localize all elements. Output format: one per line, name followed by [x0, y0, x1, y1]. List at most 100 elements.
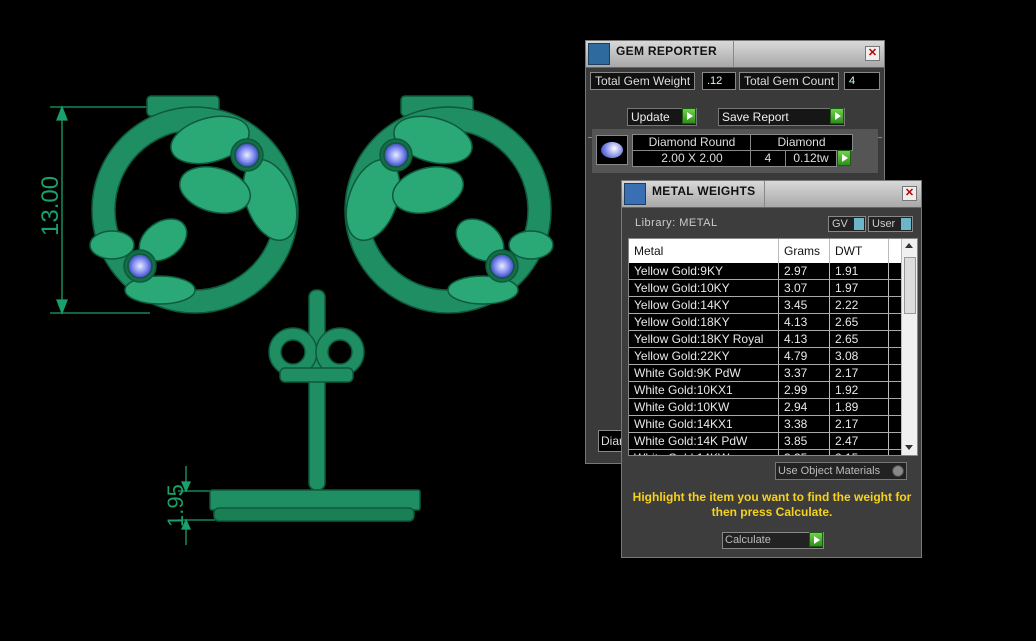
grams-cell: 3.07: [779, 280, 830, 296]
gv-toggle[interactable]: GV: [828, 216, 866, 232]
grams-cell: 3.38: [779, 416, 830, 432]
play-icon: [682, 108, 696, 124]
toggle-indicator: [901, 218, 911, 230]
gv-toggle-label: GV: [832, 218, 848, 230]
total-gem-count-value: 4: [844, 72, 880, 90]
save-report-button-label: Save Report: [722, 110, 789, 124]
grams-cell: 4.79: [779, 348, 830, 364]
gem-stone-type: Diamond: [750, 134, 853, 151]
thickness-dimension-label: 1.95: [163, 484, 188, 527]
gem-reporter-icon: [588, 43, 610, 65]
metal-name-cell: White Gold:10KW: [629, 399, 779, 415]
update-button-label: Update: [631, 110, 670, 124]
table-row[interactable]: White Gold:14KW3.352.15: [629, 450, 901, 455]
grams-cell: 2.99: [779, 382, 830, 398]
use-object-materials-button[interactable]: Use Object Materials: [775, 462, 907, 480]
gem-row-button[interactable]: [837, 150, 853, 167]
gem-count: 4: [750, 150, 786, 167]
scroll-thumb[interactable]: [904, 257, 916, 314]
viewport-canvas[interactable]: 13.00 1.95: [0, 0, 585, 641]
gem-list-row[interactable]: Diamond Round Diamond 2.00 X 2.00 4 0.12…: [592, 129, 878, 173]
metal-name-cell: White Gold:14K PdW: [629, 433, 779, 449]
table-row[interactable]: Yellow Gold:18KY 4.13 2.65: [629, 314, 901, 331]
table-row[interactable]: White Gold:14K PdW 3.85 2.47: [629, 433, 901, 450]
play-icon: [830, 108, 844, 124]
metal-name-cell: Yellow Gold:22KY: [629, 348, 779, 364]
metal-table-header: Metal Grams DWT: [629, 239, 901, 263]
calculate-button[interactable]: Calculate: [722, 532, 824, 549]
library-label: Library: METAL: [635, 217, 718, 229]
dwt-cell: 1.89: [830, 399, 889, 415]
right-earring: [344, 95, 554, 314]
metal-weights-icon: [624, 183, 646, 205]
metal-name-cell: White Gold:14KW: [629, 450, 779, 455]
calculate-hint: Highlight the item you want to find the …: [632, 490, 912, 519]
dwt-cell: 1.97: [830, 280, 889, 296]
grams-cell: 3.37: [779, 365, 830, 381]
metal-name-cell: Yellow Gold:18KY Royal: [629, 331, 779, 347]
close-icon[interactable]: ✕: [902, 186, 917, 201]
gem-size: 2.00 X 2.00: [632, 150, 752, 167]
metal-table-body: Yellow Gold:9KY 2.97 1.91 Yellow Gold:10KY 3…: [629, 263, 901, 455]
play-icon: [809, 532, 823, 547]
user-toggle-label: User: [872, 218, 896, 230]
metal-name-cell: Yellow Gold:9KY: [629, 263, 779, 279]
table-row[interactable]: Yellow Gold:14KY 3.45 2.22: [629, 297, 901, 314]
dwt-cell: 1.91: [830, 263, 889, 279]
total-gem-weight-label: Total Gem Weight: [590, 72, 696, 90]
table-row[interactable]: Yellow Gold:10KY 3.07 1.97: [629, 280, 901, 297]
toggle-indicator: [854, 218, 864, 230]
dwt-cell: 2.65: [830, 331, 889, 347]
grams-cell: 2.94: [779, 399, 830, 415]
diamond-round-icon: [596, 135, 628, 165]
table-row[interactable]: Yellow Gold:9KY 2.97 1.91: [629, 263, 901, 280]
dwt-cell: 3.08: [830, 348, 889, 364]
metal-name-cell: White Gold:9K PdW: [629, 365, 779, 381]
left-earring: [89, 95, 299, 314]
grams-cell: 4.13: [779, 331, 830, 347]
side-view-earring: [209, 289, 421, 522]
radio-indicator-icon: [892, 465, 904, 477]
column-header-grams[interactable]: Grams: [779, 239, 830, 263]
metal-table: Metal Grams DWT Yellow Gold:9KY 2.97 1.91 Y…: [628, 238, 918, 456]
save-report-button[interactable]: Save Report: [718, 108, 845, 126]
metal-table-scrollbar[interactable]: [901, 239, 917, 455]
update-button[interactable]: Update: [627, 108, 697, 126]
grams-cell: 2.97: [779, 263, 830, 279]
dwt-cell: 2.65: [830, 314, 889, 330]
column-header-metal[interactable]: Metal: [629, 239, 779, 263]
grams-cell: 3.85: [779, 433, 830, 449]
grams-cell: 3.45: [779, 297, 830, 313]
metal-weights-titlebar[interactable]: METAL WEIGHTS ✕: [622, 181, 921, 208]
metal-weights-title: METAL WEIGHTS: [652, 184, 756, 198]
table-row[interactable]: Yellow Gold:22KY 4.79 3.08: [629, 348, 901, 365]
metal-weights-panel: METAL WEIGHTS ✕ Library: METAL GV User M…: [621, 180, 922, 558]
metal-name-cell: Yellow Gold:18KY: [629, 314, 779, 330]
calculate-button-label: Calculate: [725, 534, 771, 546]
dwt-cell: 2.47: [830, 433, 889, 449]
metal-name-cell: White Gold:14KX1: [629, 416, 779, 432]
column-header-dwt[interactable]: DWT: [830, 239, 889, 263]
table-row[interactable]: White Gold:10KW 2.94 1.89: [629, 399, 901, 416]
total-gem-count-label: Total Gem Count: [739, 72, 840, 90]
close-icon[interactable]: ✕: [865, 46, 880, 61]
use-object-materials-label: Use Object Materials: [778, 465, 881, 477]
grams-cell: 4.13: [779, 314, 830, 330]
table-row[interactable]: White Gold:10KX1 2.99 1.92: [629, 382, 901, 399]
scroll-up-icon[interactable]: [905, 243, 913, 248]
gem-reporter-title: GEM REPORTER: [616, 44, 717, 58]
metal-name-cell: Yellow Gold:10KY: [629, 280, 779, 296]
scroll-down-icon[interactable]: [905, 445, 913, 450]
table-row[interactable]: Yellow Gold:18KY Royal 4.13 2.65: [629, 331, 901, 348]
table-row[interactable]: White Gold:9K PdW 3.37 2.17: [629, 365, 901, 382]
total-gem-weight-value: .12: [702, 72, 736, 90]
gem-reporter-titlebar[interactable]: GEM REPORTER ✕: [586, 41, 884, 68]
table-row[interactable]: White Gold:14KX1 3.38 2.17: [629, 416, 901, 433]
user-toggle[interactable]: User: [868, 216, 913, 232]
dwt-cell: 2.17: [830, 365, 889, 381]
gem-shape: Diamond Round: [632, 134, 752, 151]
height-dimension-label: 13.00: [37, 176, 64, 236]
dwt-cell: 2.17: [830, 416, 889, 432]
dwt-cell: 2.15: [830, 450, 889, 455]
dwt-cell: 1.92: [830, 382, 889, 398]
